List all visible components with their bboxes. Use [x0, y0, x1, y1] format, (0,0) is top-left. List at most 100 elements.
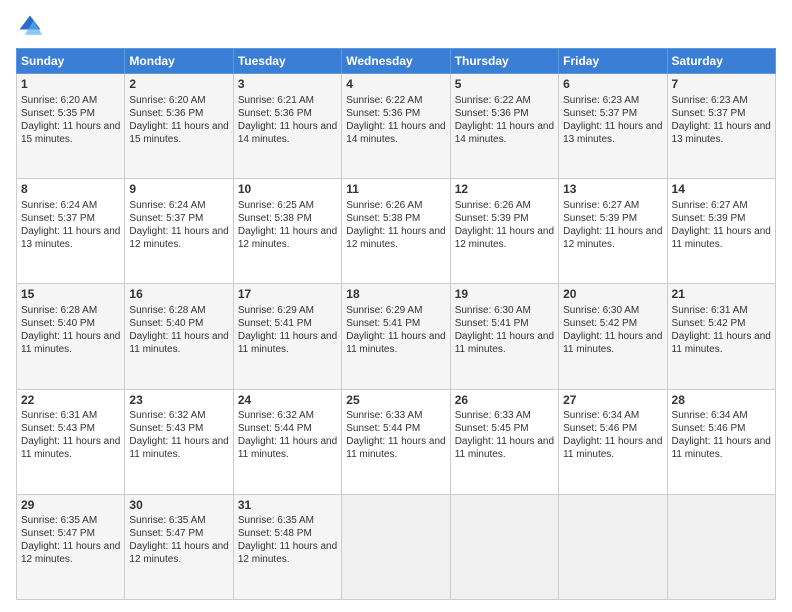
sunrise-text: Sunrise: 6:26 AM [346, 200, 422, 211]
daylight-text: Daylight: 11 hours and 14 minutes. [455, 121, 554, 145]
sunset-text: Sunset: 5:41 PM [455, 318, 529, 329]
sunset-text: Sunset: 5:39 PM [672, 213, 746, 224]
sunrise-text: Sunrise: 6:23 AM [563, 95, 639, 106]
calendar-body: 1Sunrise: 6:20 AMSunset: 5:35 PMDaylight… [17, 74, 776, 600]
day-number: 13 [563, 182, 662, 198]
calendar-cell: 30Sunrise: 6:35 AMSunset: 5:47 PMDayligh… [125, 494, 233, 599]
calendar-week-2: 8 Sunrise: 6:24 AM Sunset: 5:37 PM Daylight… [17, 179, 776, 284]
day-number: 5 [455, 77, 554, 93]
sunset-text: Sunset: 5:37 PM [21, 213, 95, 224]
daylight-text: Daylight: 11 hours and 12 minutes. [455, 226, 554, 250]
sunrise-text: Sunrise: 6:31 AM [672, 305, 748, 316]
day-number: 9 [129, 182, 228, 198]
day-number: 7 [672, 77, 771, 93]
daylight-text: Daylight: 11 hours and 12 minutes. [346, 226, 445, 250]
daylight-text: Daylight: 11 hours and 13 minutes. [563, 121, 662, 145]
sunrise-text: Sunrise: 6:34 AM [563, 410, 639, 421]
calendar-cell [559, 494, 667, 599]
daylight-text: Daylight: 11 hours and 11 minutes. [455, 331, 554, 355]
calendar-week-3: 15Sunrise: 6:28 AMSunset: 5:40 PMDayligh… [17, 284, 776, 389]
sunset-text: Sunset: 5:38 PM [346, 213, 420, 224]
daylight-text: Daylight: 11 hours and 11 minutes. [563, 436, 662, 460]
daylight-text: Daylight: 11 hours and 11 minutes. [21, 436, 120, 460]
calendar-cell: 11 Sunrise: 6:26 AM Sunset: 5:38 PM Dayligh… [342, 179, 450, 284]
calendar-cell: 2Sunrise: 6:20 AMSunset: 5:36 PMDaylight… [125, 74, 233, 179]
calendar-cell: 27Sunrise: 6:34 AMSunset: 5:46 PMDayligh… [559, 389, 667, 494]
day-number: 3 [238, 77, 337, 93]
daylight-text: Daylight: 11 hours and 11 minutes. [455, 436, 554, 460]
calendar-cell: 19Sunrise: 6:30 AMSunset: 5:41 PMDayligh… [450, 284, 558, 389]
calendar-cell: 12Sunrise: 6:26 AMSunset: 5:39 PMDayligh… [450, 179, 558, 284]
calendar-cell: 24Sunrise: 6:32 AMSunset: 5:44 PMDayligh… [233, 389, 341, 494]
calendar-week-1: 1Sunrise: 6:20 AMSunset: 5:35 PMDaylight… [17, 74, 776, 179]
sunrise-text: Sunrise: 6:32 AM [129, 410, 205, 421]
calendar-cell: 16Sunrise: 6:28 AMSunset: 5:40 PMDayligh… [125, 284, 233, 389]
day-number: 23 [129, 393, 228, 409]
sunset-text: Sunset: 5:38 PM [238, 213, 312, 224]
day-number: 24 [238, 393, 337, 409]
calendar-cell: 15Sunrise: 6:28 AMSunset: 5:40 PMDayligh… [17, 284, 125, 389]
day-number: 30 [129, 498, 228, 514]
sunset-text: Sunset: 5:41 PM [346, 318, 420, 329]
day-number: 2 [129, 77, 228, 93]
sunrise-text: Sunrise: 6:27 AM [672, 200, 748, 211]
daylight-text: Daylight: 11 hours and 15 minutes. [21, 121, 120, 145]
calendar-week-5: 29Sunrise: 6:35 AMSunset: 5:47 PMDayligh… [17, 494, 776, 599]
sunrise-text: Sunrise: 6:21 AM [238, 95, 314, 106]
calendar-cell: 31Sunrise: 6:35 AMSunset: 5:48 PMDayligh… [233, 494, 341, 599]
calendar-cell: 22Sunrise: 6:31 AMSunset: 5:43 PMDayligh… [17, 389, 125, 494]
sunrise-text: Sunrise: 6:27 AM [563, 200, 639, 211]
sunset-text: Sunset: 5:42 PM [672, 318, 746, 329]
sunrise-text: Sunrise: 6:20 AM [21, 95, 97, 106]
calendar-cell: 1Sunrise: 6:20 AMSunset: 5:35 PMDaylight… [17, 74, 125, 179]
daylight-text: Daylight: 11 hours and 12 minutes. [21, 541, 120, 565]
day-number: 20 [563, 287, 662, 303]
day-number: 27 [563, 393, 662, 409]
sunrise-text: Sunrise: 6:24 AM [129, 200, 205, 211]
sunset-text: Sunset: 5:40 PM [129, 318, 203, 329]
day-number: 16 [129, 287, 228, 303]
calendar-header-monday: Monday [125, 49, 233, 74]
calendar-cell: 26Sunrise: 6:33 AMSunset: 5:45 PMDayligh… [450, 389, 558, 494]
sunset-text: Sunset: 5:41 PM [238, 318, 312, 329]
sunset-text: Sunset: 5:43 PM [21, 423, 95, 434]
day-number: 14 [672, 182, 771, 198]
calendar-header-thursday: Thursday [450, 49, 558, 74]
sunset-text: Sunset: 5:48 PM [238, 528, 312, 539]
sunrise-text: Sunrise: 6:30 AM [455, 305, 531, 316]
sunrise-text: Sunrise: 6:35 AM [21, 515, 97, 526]
day-number: 11 [346, 182, 445, 198]
sunrise-text: Sunrise: 6:35 AM [129, 515, 205, 526]
day-number: 29 [21, 498, 120, 514]
day-number: 31 [238, 498, 337, 514]
sunset-text: Sunset: 5:42 PM [563, 318, 637, 329]
sunset-text: Sunset: 5:39 PM [563, 213, 637, 224]
sunrise-text: Sunrise: 6:29 AM [238, 305, 314, 316]
sunrise-text: Sunrise: 6:23 AM [672, 95, 748, 106]
calendar-cell: 28Sunrise: 6:34 AMSunset: 5:46 PMDayligh… [667, 389, 775, 494]
day-number: 4 [346, 77, 445, 93]
calendar-header-tuesday: Tuesday [233, 49, 341, 74]
daylight-text: Daylight: 11 hours and 12 minutes. [563, 226, 662, 250]
sunset-text: Sunset: 5:36 PM [346, 108, 420, 119]
sunset-text: Sunset: 5:36 PM [129, 108, 203, 119]
calendar-header-saturday: Saturday [667, 49, 775, 74]
calendar-cell: 9Sunrise: 6:24 AMSunset: 5:37 PMDaylight… [125, 179, 233, 284]
logo-icon [16, 12, 44, 40]
day-number: 6 [563, 77, 662, 93]
sunset-text: Sunset: 5:47 PM [21, 528, 95, 539]
calendar-week-4: 22Sunrise: 6:31 AMSunset: 5:43 PMDayligh… [17, 389, 776, 494]
daylight-text: Daylight: 11 hours and 12 minutes. [238, 541, 337, 565]
daylight-text: Daylight: 11 hours and 14 minutes. [346, 121, 445, 145]
sunset-text: Sunset: 5:47 PM [129, 528, 203, 539]
day-number: 8 [21, 182, 120, 198]
sunrise-text: Sunrise: 6:29 AM [346, 305, 422, 316]
calendar-cell: 3Sunrise: 6:21 AMSunset: 5:36 PMDaylight… [233, 74, 341, 179]
calendar-cell: 6Sunrise: 6:23 AMSunset: 5:37 PMDaylight… [559, 74, 667, 179]
calendar-header-sunday: Sunday [17, 49, 125, 74]
sunrise-text: Sunrise: 6:22 AM [346, 95, 422, 106]
calendar-cell: 7Sunrise: 6:23 AMSunset: 5:37 PMDaylight… [667, 74, 775, 179]
calendar-cell: 21Sunrise: 6:31 AMSunset: 5:42 PMDayligh… [667, 284, 775, 389]
calendar-cell: 18Sunrise: 6:29 AMSunset: 5:41 PMDayligh… [342, 284, 450, 389]
daylight-text: Daylight: 11 hours and 11 minutes. [563, 331, 662, 355]
